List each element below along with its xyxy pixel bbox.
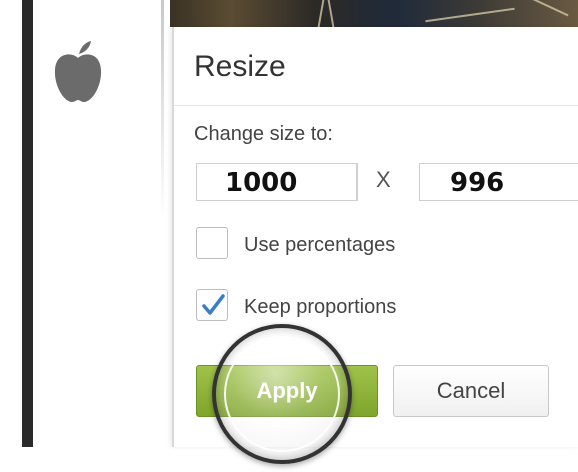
- keep-proportions-label[interactable]: Keep proportions: [244, 296, 396, 319]
- editor-screen: Resize Change size to: 1000 X 996 Use pe…: [0, 0, 578, 472]
- change-size-label: Change size to:: [194, 123, 333, 145]
- apply-button[interactable]: Apply: [196, 365, 378, 417]
- background-photo-strip: [170, 0, 578, 27]
- height-input[interactable]: 996: [419, 163, 578, 201]
- use-percentages-label[interactable]: Use percentages: [244, 234, 395, 257]
- resize-dialog: Resize Change size to: 1000 X 996 Use pe…: [172, 27, 578, 447]
- use-percentages-checkbox[interactable]: [196, 227, 228, 259]
- left-edge-bar: [22, 0, 33, 447]
- title-separator: [174, 105, 578, 106]
- dialog-title: Resize: [194, 50, 286, 83]
- cancel-button[interactable]: Cancel: [393, 365, 549, 417]
- keep-proportions-checkbox[interactable]: [196, 289, 228, 321]
- checkmark-icon: [202, 294, 225, 315]
- sidebar-divider: [161, 0, 164, 220]
- apple-icon[interactable]: [52, 40, 104, 104]
- dimension-separator: X: [376, 167, 391, 192]
- width-input[interactable]: 1000: [196, 163, 358, 201]
